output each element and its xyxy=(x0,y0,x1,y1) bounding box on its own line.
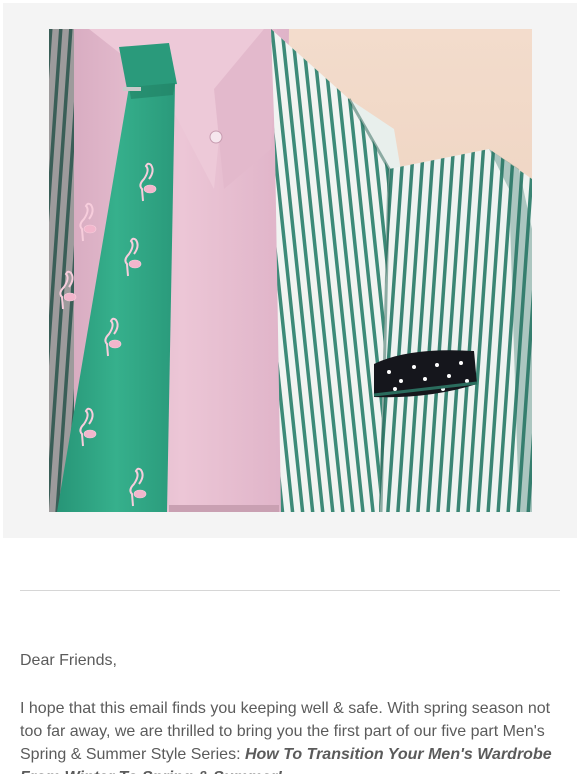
hero-photo[interactable] xyxy=(49,29,532,512)
hero-panel xyxy=(3,3,577,538)
section-divider xyxy=(20,590,560,591)
email-intro-paragraph: I hope that this email finds you keeping… xyxy=(20,697,560,774)
email-page: Dear Friends, I hope that this email fin… xyxy=(0,0,580,774)
email-greeting: Dear Friends, xyxy=(20,652,117,669)
